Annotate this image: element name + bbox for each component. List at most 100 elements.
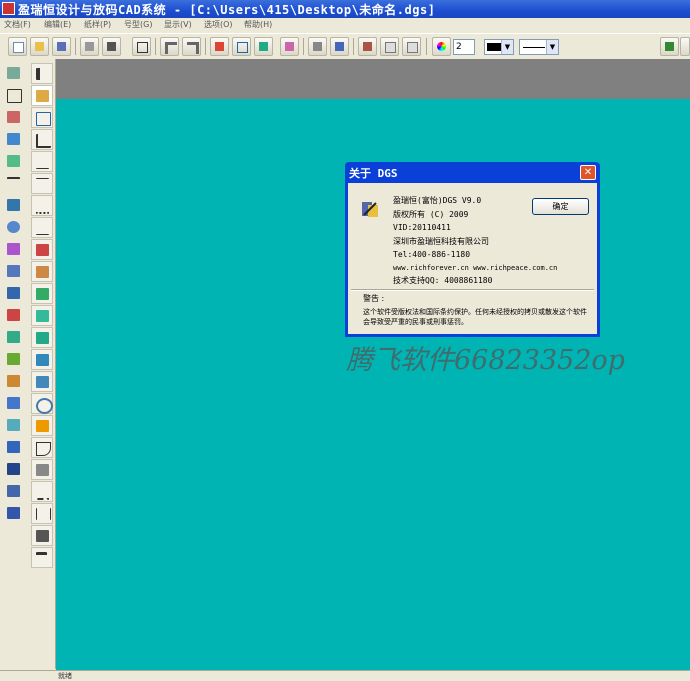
line-width-input[interactable]: 2: [453, 39, 475, 55]
menu-edit[interactable]: 编辑(E): [44, 19, 71, 30]
angle-tool-icon: [36, 222, 49, 235]
tool-distance[interactable]: [3, 173, 25, 194]
shirt-tool-icon: [36, 332, 49, 344]
print-button[interactable]: [80, 37, 99, 56]
tool-mirror[interactable]: [3, 283, 25, 304]
tool-pin[interactable]: [3, 437, 25, 458]
grade-tool-icon: [7, 309, 20, 321]
app-icon[interactable]: [2, 2, 15, 15]
tool-rectangle[interactable]: [31, 107, 53, 128]
measure-button[interactable]: [330, 37, 349, 56]
tool-line[interactable]: [31, 151, 53, 172]
more-button[interactable]: [680, 37, 690, 56]
tool-pencil[interactable]: [31, 85, 53, 106]
tool-scissors[interactable]: [31, 239, 53, 260]
open-button[interactable]: [30, 37, 49, 56]
menu-file[interactable]: 文档(F): [4, 19, 31, 30]
brush-button[interactable]: [308, 37, 327, 56]
pattern-list-button[interactable]: [132, 37, 151, 56]
tool-knife[interactable]: [31, 261, 53, 282]
piece-button[interactable]: [254, 37, 273, 56]
size-table-button[interactable]: [210, 37, 229, 56]
menu-help[interactable]: 帮助(H): [244, 19, 272, 30]
tool-dart[interactable]: [3, 85, 25, 106]
smooth-tool-icon: [7, 67, 20, 79]
tel-text: Tel:400-886-1180: [393, 250, 471, 259]
tool-measure[interactable]: [3, 151, 25, 172]
bucket-icon: [36, 420, 49, 432]
menu-view[interactable]: 显示(V): [164, 19, 192, 30]
line-style-select[interactable]: ▼: [519, 39, 559, 55]
camera-button[interactable]: [102, 37, 121, 56]
tool-divide[interactable]: [31, 195, 53, 216]
menu-pattern[interactable]: 纸样(P): [84, 19, 111, 30]
tool-curve[interactable]: [31, 437, 53, 458]
tool-spiral[interactable]: [31, 393, 53, 414]
size-chart-tool-icon: [7, 507, 20, 519]
mail-button[interactable]: [380, 37, 399, 56]
tool-film[interactable]: [31, 525, 53, 546]
tool-shirt[interactable]: [31, 327, 53, 348]
close-icon[interactable]: ✕: [580, 165, 596, 180]
tool-right-angle[interactable]: [31, 129, 53, 150]
pin-tool-icon: [7, 441, 20, 453]
tool-notch[interactable]: [3, 371, 25, 392]
tool-fold[interactable]: [3, 129, 25, 150]
tool-ink[interactable]: [3, 459, 25, 480]
tool-size-chart[interactable]: [3, 503, 25, 524]
tool-grade[interactable]: [3, 305, 25, 326]
tool-select[interactable]: [31, 63, 53, 84]
color-select[interactable]: ▼: [484, 39, 514, 55]
cross-tool-icon: [36, 178, 49, 191]
save-button[interactable]: [52, 37, 71, 56]
color-wheel-button[interactable]: [432, 37, 451, 56]
undo-button[interactable]: [160, 37, 179, 56]
product-version: 盈瑞恒(富怡)DGS V9.0: [393, 196, 482, 205]
tool-seam[interactable]: [3, 393, 25, 414]
tool-ladder[interactable]: [31, 503, 53, 524]
menu-bar: 文档(F) 编辑(E) 纸样(P) 号型(G) 显示(V) 选项(O) 帮助(H…: [0, 18, 690, 32]
tool-cut[interactable]: [31, 459, 53, 480]
tool-piece-extract[interactable]: [31, 283, 53, 304]
arrow-cursor-icon: [36, 68, 46, 80]
redo-button[interactable]: [182, 37, 201, 56]
flip-icon: [36, 310, 49, 322]
chart-button[interactable]: [358, 37, 377, 56]
tool-clip[interactable]: [3, 415, 25, 436]
tool-sleeve[interactable]: [31, 371, 53, 392]
split-tool-icon: [7, 353, 20, 365]
tool-stitch[interactable]: [31, 481, 53, 502]
main-toolbar: 2 ▼ ▼: [0, 33, 690, 60]
tool-flip[interactable]: [31, 305, 53, 326]
menu-size[interactable]: 号型(G): [124, 19, 152, 30]
ok-button[interactable]: 确定: [532, 198, 589, 215]
tool-cross[interactable]: [31, 173, 53, 194]
website-text: www.richforever.cn www.richpeace.com.cn: [393, 264, 558, 272]
toolbar-separator: [426, 38, 427, 55]
circle-tool-icon: [7, 221, 20, 233]
tool-tangent[interactable]: [3, 195, 25, 216]
tool-circle[interactable]: [3, 217, 25, 238]
tool-area[interactable]: [3, 239, 25, 260]
film-button[interactable]: [660, 37, 679, 56]
tool-rotate[interactable]: [3, 327, 25, 348]
tool-pleat[interactable]: [3, 107, 25, 128]
undo-icon: [165, 42, 177, 54]
tool-smooth[interactable]: [3, 63, 25, 84]
tool-fill[interactable]: [31, 415, 53, 436]
grid-button[interactable]: [232, 37, 251, 56]
dart-tool-icon: [7, 89, 22, 103]
new-button[interactable]: [8, 37, 27, 56]
warning-text: 这个软件受版权法和国际条约保护。任何未经授权的拷贝或散发这个软件会导致受严重的民…: [363, 308, 587, 326]
tool-split[interactable]: [3, 349, 25, 370]
tool-panel[interactable]: [3, 261, 25, 282]
tool-rotate-piece[interactable]: [31, 349, 53, 370]
pleat-tool-icon: [7, 111, 20, 123]
tool-dimension[interactable]: [3, 481, 25, 502]
mail-send-button[interactable]: [402, 37, 421, 56]
spiral-icon: [36, 398, 53, 414]
layout-button[interactable]: [280, 37, 299, 56]
tool-text[interactable]: [31, 547, 53, 568]
tool-angle[interactable]: [31, 217, 53, 238]
menu-options[interactable]: 选项(O): [204, 19, 233, 30]
